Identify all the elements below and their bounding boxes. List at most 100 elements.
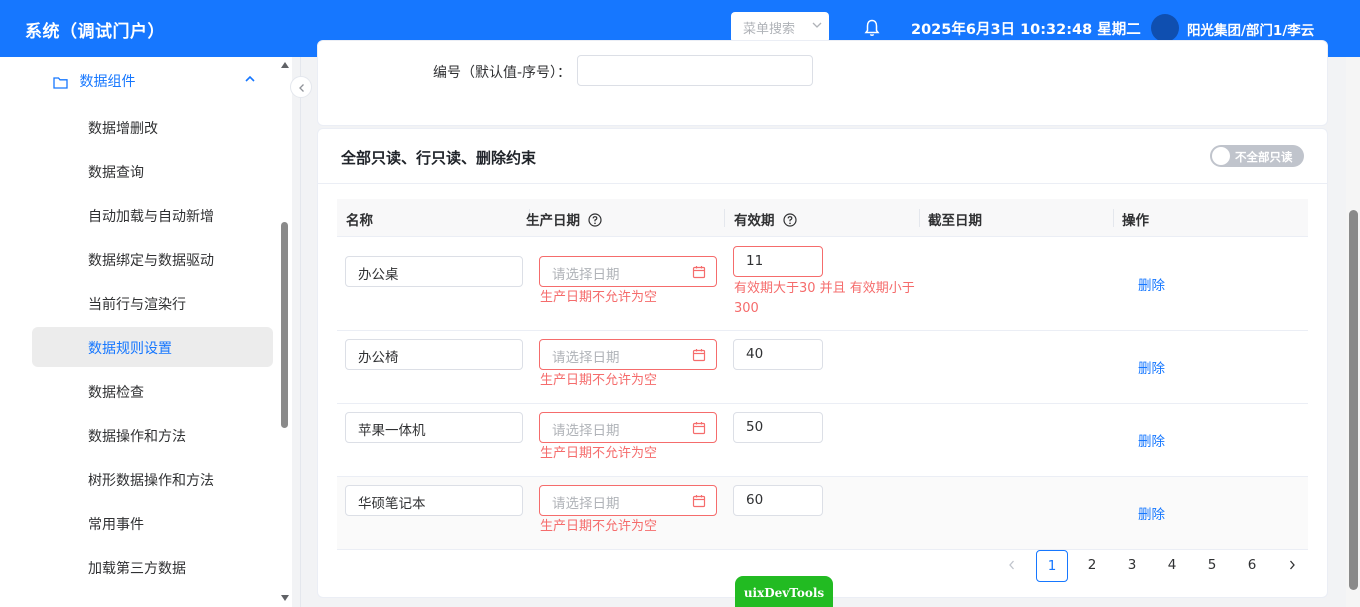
- app-title: 系统（调试门户）: [25, 22, 165, 42]
- date-error-message: 生产日期不允许为空: [540, 519, 658, 534]
- production-date-picker[interactable]: 请选择日期: [539, 412, 717, 443]
- help-circle-icon[interactable]: [782, 213, 797, 227]
- table-row: 苹果一体机 请选择日期 生产日期不允许为空 50 删除: [337, 404, 1308, 477]
- pagination-page-2[interactable]: 2: [1076, 550, 1108, 582]
- sidebar: 数据组件 数据增删改 数据查询 自动加载与自动新增 数据绑定与数据驱动 当前行与…: [0, 57, 292, 607]
- validity-input[interactable]: 11: [733, 246, 823, 277]
- sidebar-item-label: 加载第三方数据: [88, 561, 186, 577]
- code-input[interactable]: [577, 55, 813, 86]
- sidebar-item-label: 当前行与渲染行: [88, 297, 186, 313]
- chevron-left-icon: [299, 84, 304, 92]
- name-input[interactable]: 苹果一体机: [345, 412, 523, 443]
- pagination-page-5[interactable]: 5: [1196, 550, 1228, 582]
- scroll-down-arrow-icon[interactable]: [280, 594, 290, 602]
- chevron-left-icon: [1009, 560, 1014, 570]
- pagination-page-4[interactable]: 4: [1156, 550, 1188, 582]
- sidebar-scrollbar-thumb[interactable]: [281, 222, 288, 428]
- name-input[interactable]: 办公桌: [345, 256, 523, 287]
- sidebar-item-label: 数据规则设置: [88, 341, 172, 357]
- calendar-icon: [692, 495, 706, 508]
- sidebar-item-data-ops[interactable]: 数据操作和方法: [32, 415, 273, 455]
- table-row: 办公椅 请选择日期 生产日期不允许为空 40 删除: [337, 331, 1308, 404]
- avatar[interactable]: [1151, 14, 1179, 42]
- production-date-picker[interactable]: 请选择日期: [539, 485, 717, 516]
- chevron-right-icon: [1290, 560, 1295, 570]
- sidebar-group-label: 数据组件: [79, 74, 136, 90]
- date-error-message: 生产日期不允许为空: [540, 446, 658, 461]
- column-header-label: 生产日期: [526, 213, 580, 229]
- readonly-switch[interactable]: 不全部只读: [1210, 145, 1304, 167]
- production-date-picker[interactable]: 请选择日期: [539, 256, 717, 287]
- sidebar-item-third-party[interactable]: 加载第三方数据: [32, 547, 273, 587]
- scroll-up-arrow-icon[interactable]: [280, 61, 290, 69]
- date-error-message: 生产日期不允许为空: [540, 290, 658, 305]
- name-input[interactable]: 办公椅: [345, 339, 523, 370]
- switch-knob: [1212, 147, 1230, 165]
- sidebar-item-label: 数据增删改: [88, 121, 158, 137]
- switch-label: 不全部只读: [1235, 150, 1293, 164]
- delete-link[interactable]: 删除: [1138, 430, 1165, 450]
- bell-icon[interactable]: [864, 19, 880, 37]
- sidebar-item-label: 数据操作和方法: [88, 429, 186, 445]
- table-row: 华硕笔记本 请选择日期 生产日期不允许为空 60 删除: [337, 477, 1308, 550]
- sidebar-item-data-check[interactable]: 数据检查: [32, 371, 273, 411]
- delete-link[interactable]: 删除: [1138, 503, 1165, 523]
- form-card: [317, 40, 1328, 126]
- sidebar-item-events[interactable]: 常用事件: [32, 503, 273, 543]
- sidebar-item-label: 常用事件: [88, 517, 144, 533]
- date-placeholder: 请选择日期: [552, 350, 620, 366]
- calendar-icon: [692, 266, 706, 279]
- user-org-name[interactable]: 阳光集团/部门1/李云: [1187, 19, 1314, 39]
- help-circle-icon[interactable]: [588, 213, 602, 227]
- date-placeholder: 请选择日期: [552, 423, 620, 439]
- date-error-message: 生产日期不允许为空: [540, 373, 658, 388]
- column-separator: [724, 209, 725, 227]
- calendar-icon: [692, 422, 706, 435]
- sidebar-item-autoload[interactable]: 自动加载与自动新增: [32, 195, 273, 235]
- sidebar-item-tree-ops[interactable]: 树形数据操作和方法: [32, 459, 273, 499]
- main-scrollbar-thumb[interactable]: [1349, 210, 1358, 590]
- validity-input[interactable]: 50: [733, 412, 823, 443]
- pagination-page-1[interactable]: 1: [1036, 550, 1068, 582]
- pagination-prev-button[interactable]: [996, 550, 1028, 582]
- sidebar-item-query[interactable]: 数据查询: [32, 151, 273, 191]
- pagination-next-button[interactable]: [1276, 550, 1308, 582]
- sidebar-item-data-rules[interactable]: 数据规则设置: [32, 327, 273, 367]
- sidebar-item-crud[interactable]: 数据增删改: [32, 107, 273, 147]
- column-header-expiry-date: 截至日期: [928, 213, 982, 229]
- column-separator: [1113, 209, 1114, 227]
- sidebar-collapse-button[interactable]: [290, 76, 312, 98]
- name-input[interactable]: 华硕笔记本: [345, 485, 523, 516]
- chevron-up-icon[interactable]: [244, 74, 256, 84]
- validity-error-message: 有效期大于30 并且 有效期小于300: [734, 281, 915, 316]
- pagination-page-3[interactable]: 3: [1116, 550, 1148, 582]
- sidebar-group-data-components[interactable]: 数据组件: [53, 71, 135, 91]
- delete-link[interactable]: 删除: [1138, 357, 1165, 377]
- date-placeholder: 请选择日期: [552, 496, 620, 512]
- column-header-name: 名称: [346, 213, 373, 229]
- sidebar-item-label: 数据检查: [88, 385, 144, 401]
- validity-input[interactable]: 60: [733, 485, 823, 516]
- validity-input[interactable]: 40: [733, 339, 823, 370]
- card-divider: [318, 183, 1327, 184]
- column-header-actions: 操作: [1122, 213, 1149, 229]
- production-date-picker[interactable]: 请选择日期: [539, 339, 717, 370]
- delete-link[interactable]: 删除: [1138, 274, 1165, 294]
- pagination-page-6[interactable]: 6: [1236, 550, 1268, 582]
- column-header-production-date: 生产日期: [526, 209, 602, 229]
- devtools-button[interactable]: uixDevTools: [735, 576, 833, 607]
- table-header: 名称 生产日期 有效期 截至日期 操作: [337, 199, 1308, 237]
- sidebar-divider: [300, 57, 301, 607]
- sidebar-item-label: 自动加载与自动新增: [88, 209, 214, 225]
- column-header-validity: 有效期: [734, 209, 797, 229]
- code-field-label: 编号（默认值-序号）：: [433, 65, 572, 81]
- sidebar-item-label: 树形数据操作和方法: [88, 473, 214, 489]
- sidebar-item-binding[interactable]: 数据绑定与数据驱动: [32, 239, 273, 279]
- column-separator: [919, 209, 920, 227]
- menu-search-select[interactable]: 菜单搜索: [731, 12, 829, 43]
- column-header-label: 有效期: [734, 213, 775, 229]
- menu-search-placeholder: 菜单搜索: [743, 22, 796, 37]
- sidebar-item-current-row[interactable]: 当前行与渲染行: [32, 283, 273, 323]
- calendar-icon: [692, 349, 706, 362]
- card-title: 全部只读、行只读、删除约束: [341, 149, 537, 167]
